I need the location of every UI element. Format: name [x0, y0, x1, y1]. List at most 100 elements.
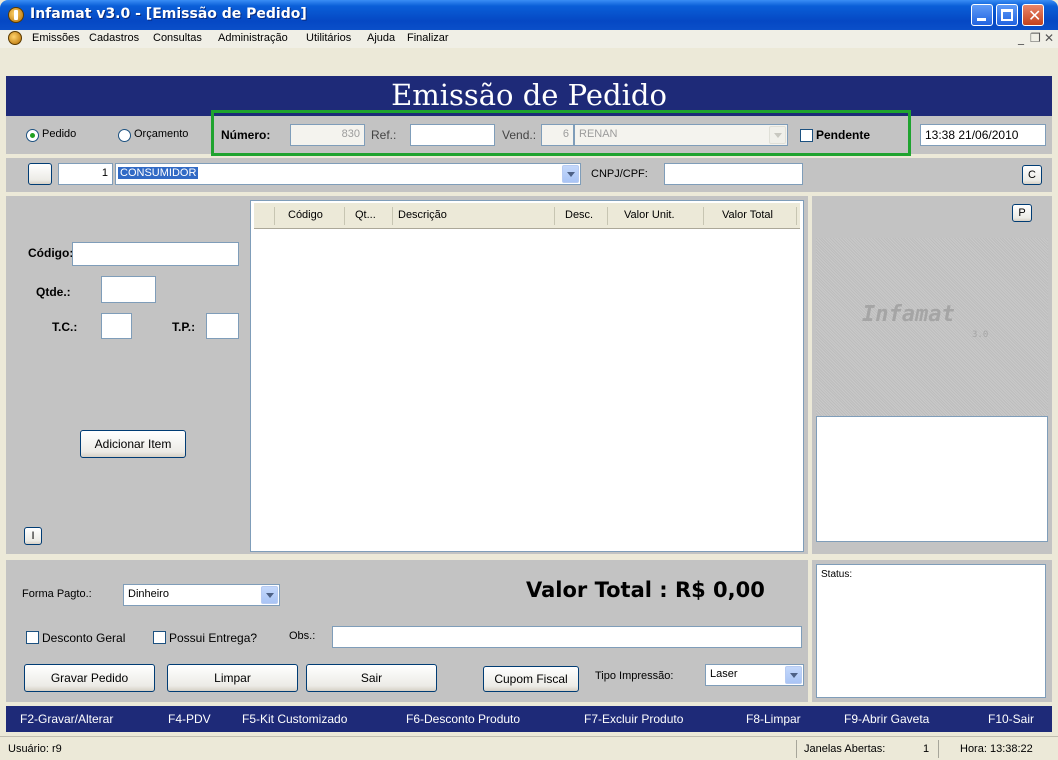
forma-pagto-select[interactable]: Dinheiro [123, 584, 280, 606]
customer-code-field[interactable]: 1 [58, 163, 113, 185]
logo-version: 3.0 [972, 330, 989, 340]
menu-ajuda[interactable]: Ajuda [367, 32, 395, 44]
fkey-f5[interactable]: F5-Kit Customizado [242, 712, 347, 726]
mdi-restore-icon[interactable]: ❐ [1030, 31, 1041, 45]
ref-field[interactable] [410, 124, 495, 146]
item-entry-panel: Código: Qtde.: T.C.: T.P.: Adicionar Ite… [6, 196, 250, 554]
page-title: Emissão de Pedido [391, 78, 667, 112]
pendente-checkbox[interactable] [800, 129, 813, 142]
fkey-f8[interactable]: F8-Limpar [746, 712, 801, 726]
menu-emissoes[interactable]: Emissões [32, 32, 80, 44]
status-divider [938, 740, 939, 758]
grid-col-divider [554, 207, 555, 225]
menu-cadastros[interactable]: Cadastros [89, 32, 139, 44]
items-grid[interactable] [250, 200, 804, 552]
minimize-button[interactable] [971, 4, 993, 26]
add-item-button[interactable]: Adicionar Item [80, 430, 186, 458]
limpar-button[interactable]: Limpar [167, 664, 298, 692]
minimize-icon [977, 18, 986, 21]
mdi-minimize-icon[interactable]: _ [1018, 31, 1024, 45]
grid-col-divider [796, 207, 797, 225]
vend-name-value: RENAN [579, 128, 618, 140]
status-panel: Status: [812, 560, 1052, 702]
customer-panel: 1 CONSUMIDOR CNPJ/CPF: C [6, 158, 1052, 192]
cupom-fiscal-button[interactable]: Cupom Fiscal [483, 666, 579, 692]
col-valor-total[interactable]: Valor Total [722, 209, 773, 221]
forma-pagto-label: Forma Pagto.: [22, 588, 92, 600]
cnpj-field[interactable] [664, 163, 803, 185]
close-button[interactable]: ✕ [1022, 4, 1044, 26]
window-title: Infamat v3.0 - [Emissão de Pedido] [30, 6, 307, 22]
col-codigo[interactable]: Código [288, 209, 323, 221]
forma-pagto-value: Dinheiro [128, 588, 169, 600]
function-key-bar: F2-Gravar/Alterar F4-PDV F5-Kit Customiz… [6, 706, 1052, 732]
menu-finalizar[interactable]: Finalizar [407, 32, 449, 44]
menu-consultas[interactable]: Consultas [153, 32, 202, 44]
app-icon[interactable] [8, 7, 24, 23]
customer-search-button[interactable] [28, 163, 52, 185]
hora-text: Hora: 13:38:22 [960, 743, 1033, 755]
col-valor-unit[interactable]: Valor Unit. [624, 209, 675, 221]
fkey-f7[interactable]: F7-Excluir Produto [584, 712, 683, 726]
fkey-f9[interactable]: F9-Abrir Gaveta [844, 712, 929, 726]
i-button[interactable]: I [24, 527, 42, 545]
vend-code-field[interactable]: 6 [541, 124, 574, 146]
customer-dropdown-icon[interactable] [562, 165, 579, 183]
fkey-f2[interactable]: F2-Gravar/Alterar [20, 712, 113, 726]
codigo-field[interactable] [72, 242, 239, 266]
tp-label: T.P.: [172, 320, 196, 334]
usuario-text: Usuário: r9 [8, 743, 62, 755]
mdi-close-icon[interactable]: ✕ [1044, 31, 1054, 45]
grid-col-divider [703, 207, 704, 225]
desconto-geral-checkbox[interactable] [26, 631, 39, 644]
numero-field[interactable]: 830 [290, 124, 365, 146]
customer-select[interactable]: CONSUMIDOR [115, 163, 581, 185]
qtde-field[interactable] [101, 276, 156, 303]
radio-orcamento[interactable] [118, 129, 131, 142]
vend-label: Vend.: [502, 128, 537, 142]
col-descricao[interactable]: Descrição [398, 209, 447, 221]
c-button[interactable]: C [1022, 165, 1042, 185]
fkey-f10[interactable]: F10-Sair [988, 712, 1034, 726]
fkey-f4[interactable]: F4-PDV [168, 712, 211, 726]
possui-entrega-checkbox[interactable] [153, 631, 166, 644]
p-button[interactable]: P [1012, 204, 1032, 222]
col-desc[interactable]: Desc. [565, 209, 593, 221]
tc-label: T.C.: [52, 320, 78, 334]
forma-pagto-dropdown-icon[interactable] [261, 586, 278, 604]
vend-name-select[interactable]: RENAN [574, 124, 788, 146]
close-icon: ✕ [1028, 6, 1042, 25]
fkey-f6[interactable]: F6-Desconto Produto [406, 712, 520, 726]
status-bar: Usuário: r9 Janelas Abertas: 1 Hora: 13:… [0, 736, 1058, 760]
menu-administracao[interactable]: Administração [218, 32, 288, 44]
status-label: Status: [821, 569, 853, 580]
menu-utilitarios[interactable]: Utilitários [306, 32, 351, 44]
maximize-icon [1001, 9, 1013, 21]
tc-field[interactable] [101, 313, 132, 339]
pendente-label: Pendente [816, 128, 871, 142]
customer-name-value: CONSUMIDOR [118, 167, 199, 179]
grid-col-divider [607, 207, 608, 225]
cnpj-label: CNPJ/CPF: [591, 168, 648, 180]
logo-text: Infamat [862, 302, 955, 327]
tipo-impressao-dropdown-icon[interactable] [785, 666, 802, 684]
mdi-app-icon[interactable] [8, 31, 22, 45]
sair-button[interactable]: Sair [306, 664, 437, 692]
grid-col-divider [274, 207, 275, 225]
title-bar[interactable]: Infamat v3.0 - [Emissão de Pedido] ✕ [0, 0, 1058, 30]
vend-dropdown-icon[interactable] [769, 126, 786, 144]
col-qt[interactable]: Qt... [355, 209, 376, 221]
qtde-label: Qtde.: [36, 285, 71, 299]
status-divider [796, 740, 797, 758]
maximize-button[interactable] [996, 4, 1018, 26]
items-grid-header: Código Qt... Descrição Desc. Valor Unit.… [254, 203, 800, 229]
tipo-impressao-value: Laser [710, 668, 738, 680]
tp-field[interactable] [206, 313, 239, 339]
obs-field[interactable] [332, 626, 802, 648]
gravar-pedido-button[interactable]: Gravar Pedido [24, 664, 155, 692]
possui-entrega-label: Possui Entrega? [169, 631, 258, 645]
numero-label: Número: [221, 128, 271, 142]
status-box: Status: [816, 564, 1046, 698]
grid-col-divider [344, 207, 345, 225]
radio-pedido[interactable] [26, 129, 39, 142]
